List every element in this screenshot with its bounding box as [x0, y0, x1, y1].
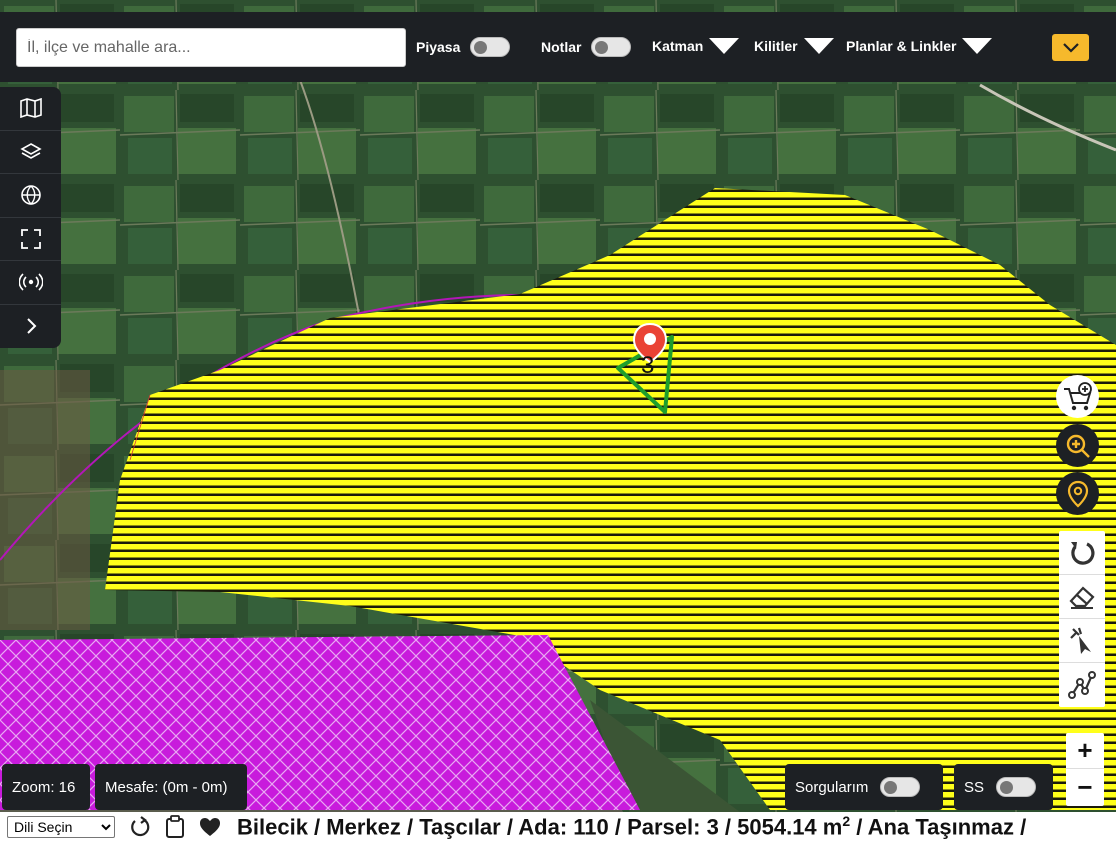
favorite-button[interactable]: [199, 817, 221, 837]
notlar-label: Notlar: [541, 39, 582, 55]
parcel-breadcrumb: Bilecik / Merkez / Taşcılar / Ada: 110 /…: [237, 813, 1026, 840]
map-icon: [19, 98, 42, 119]
zoom-level-text: Zoom: 16: [12, 778, 76, 796]
eraser-icon: [1069, 585, 1095, 609]
distance-text: Mesafe: (0m - 0m): [105, 778, 228, 796]
refresh-button[interactable]: [129, 816, 151, 838]
ss-toggle[interactable]: [996, 777, 1037, 797]
select-tool-button[interactable]: [1059, 619, 1105, 663]
left-toolbar: [0, 87, 61, 348]
sorgularim-panel[interactable]: Sorgularım: [785, 764, 943, 810]
language-select[interactable]: Dili Seçin: [7, 816, 115, 838]
location-pin-button[interactable]: [1056, 472, 1099, 515]
status-bar: Dili Seçin Bilecik / Merkez / Taşcılar /…: [0, 812, 1116, 842]
zoom-controls: + −: [1066, 733, 1104, 806]
heart-icon: [200, 818, 220, 836]
pointer-icon: [1070, 627, 1091, 654]
polyline-tool-button[interactable]: [1059, 663, 1105, 707]
zoom-level-panel: Zoom: 16: [2, 764, 90, 810]
breadcrumb-tail: / Ana Taşınmaz /: [850, 814, 1027, 840]
map-canvas[interactable]: 3: [0, 0, 1116, 842]
zoom-in-button[interactable]: +: [1066, 733, 1104, 769]
notlar-toggle-group[interactable]: Notlar: [541, 37, 632, 57]
notlar-toggle[interactable]: [591, 37, 632, 57]
chevron-right-icon: [26, 318, 36, 334]
planlar-dropdown[interactable]: Planlar & Linkler: [846, 38, 993, 54]
fullscreen-button[interactable]: [0, 218, 61, 261]
layers-icon: [19, 142, 42, 159]
undo-button[interactable]: [1059, 531, 1105, 575]
parcel-marker[interactable]: 3: [632, 322, 668, 379]
globe-icon: [20, 185, 41, 206]
breadcrumb-superscript: 2: [842, 813, 851, 830]
clipboard-icon: [166, 815, 184, 838]
parcel-number-label: 3: [641, 352, 655, 379]
zoom-search-button[interactable]: [1056, 424, 1099, 467]
menu-toggle-button[interactable]: [1052, 34, 1089, 61]
katman-dropdown[interactable]: Katman: [652, 38, 740, 54]
search-input[interactable]: [16, 28, 406, 67]
map-view-button[interactable]: [0, 87, 61, 131]
sorgularim-label: Sorgularım: [795, 778, 869, 796]
eraser-button[interactable]: [1059, 575, 1105, 619]
zoom-out-button[interactable]: −: [1066, 769, 1104, 805]
kilitler-label: Kilitler: [754, 38, 798, 54]
broadcast-button[interactable]: [0, 261, 61, 305]
distance-panel: Mesafe: (0m - 0m): [95, 764, 247, 810]
draw-toolbar: [1059, 531, 1105, 707]
triangle-down-icon: [962, 38, 993, 54]
layers-button[interactable]: [0, 131, 61, 174]
sorgularim-toggle[interactable]: [880, 777, 921, 797]
breadcrumb-main: Bilecik / Merkez / Taşcılar / Ada: 110 /…: [237, 814, 843, 840]
add-to-cart-button[interactable]: [1056, 375, 1099, 418]
piyasa-label: Piyasa: [416, 39, 461, 55]
cart-plus-icon: [1063, 381, 1092, 410]
triangle-down-icon: [709, 38, 740, 54]
ss-label: SS: [964, 778, 985, 796]
ss-panel[interactable]: SS: [954, 764, 1053, 810]
katman-label: Katman: [652, 38, 704, 54]
zoom-search-icon: [1066, 434, 1090, 458]
piyasa-toggle-group[interactable]: Piyasa: [416, 37, 511, 57]
undo-icon: [1071, 541, 1095, 565]
fullscreen-icon: [20, 228, 41, 249]
triangle-down-icon: [803, 38, 834, 54]
globe-button[interactable]: [0, 174, 61, 218]
piyasa-toggle[interactable]: [470, 37, 511, 57]
clipboard-button[interactable]: [165, 815, 185, 839]
top-bar: Piyasa Notlar Katman Kilitler Planlar & …: [0, 12, 1116, 82]
polyline-icon: [1068, 671, 1096, 699]
kilitler-dropdown[interactable]: Kilitler: [754, 38, 834, 54]
planlar-label: Planlar & Linkler: [846, 38, 957, 54]
location-pin-icon: [1067, 480, 1088, 507]
broadcast-icon: [18, 273, 43, 291]
refresh-icon: [131, 816, 150, 837]
chevron-down-icon: [1062, 42, 1079, 53]
satellite-map[interactable]: [0, 0, 1116, 842]
expand-panel-button[interactable]: [0, 305, 61, 349]
